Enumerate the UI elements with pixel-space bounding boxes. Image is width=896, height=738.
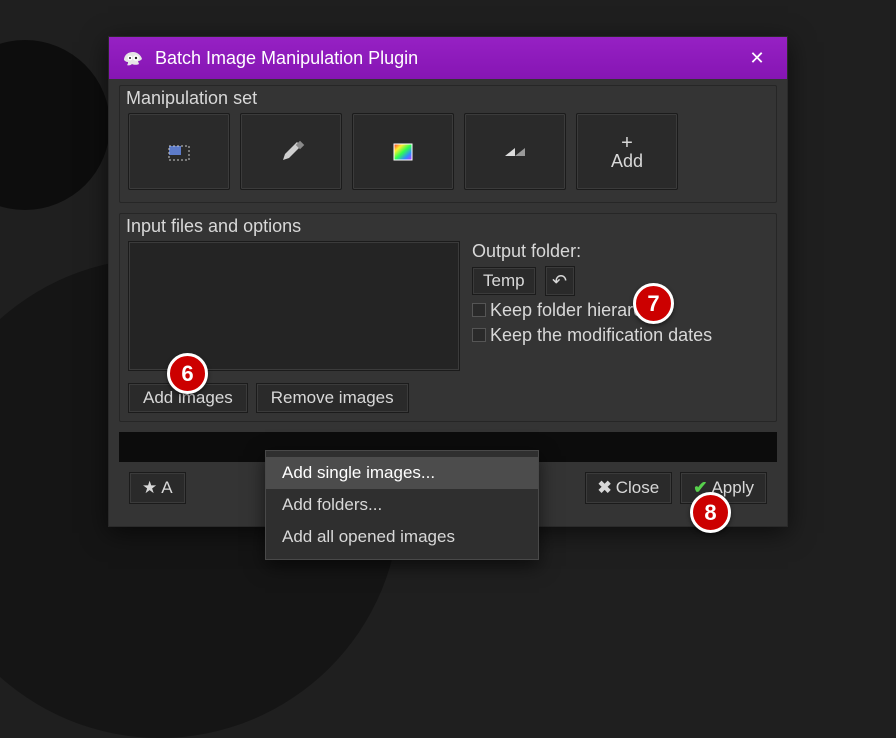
menu-item-add-folders[interactable]: Add folders... bbox=[266, 489, 538, 521]
remove-images-button[interactable]: Remove images bbox=[256, 383, 409, 413]
close-button[interactable]: ✖Close bbox=[585, 472, 673, 504]
input-files-label: Input files and options bbox=[120, 214, 776, 241]
callout-badge-7: 7 bbox=[633, 283, 674, 324]
checkbox-icon bbox=[472, 303, 486, 317]
input-files-group: Input files and options Output folder: T… bbox=[119, 213, 777, 422]
window-close-button[interactable]: ✕ bbox=[739, 40, 775, 76]
brush-icon bbox=[275, 138, 307, 166]
keep-dates-row[interactable]: Keep the modification dates bbox=[472, 325, 768, 346]
keep-dates-label: Keep the modification dates bbox=[490, 325, 712, 345]
close-x-icon: ✖ bbox=[598, 478, 612, 498]
title-bar[interactable]: Batch Image Manipulation Plugin ✕ bbox=[109, 37, 787, 79]
checkbox-icon bbox=[472, 328, 486, 342]
manipulation-brush-tile[interactable] bbox=[240, 113, 342, 190]
close-icon: ✕ bbox=[749, 48, 764, 69]
favorite-button[interactable]: ★A bbox=[129, 472, 186, 504]
manipulation-set-label: Manipulation set bbox=[120, 86, 776, 113]
output-folder-button[interactable]: Temp bbox=[472, 267, 536, 295]
favorite-label-fragment: A bbox=[161, 478, 172, 498]
callout-badge-8: 8 bbox=[690, 492, 731, 533]
keep-hierarchy-row[interactable]: Keep folder hierarchy bbox=[472, 300, 768, 321]
callout-badge-6: 6 bbox=[167, 353, 208, 394]
output-folder-reset-button[interactable]: ↶ bbox=[545, 266, 575, 296]
input-file-list[interactable] bbox=[128, 241, 460, 371]
output-folder-label: Output folder: bbox=[472, 241, 768, 262]
add-label: Add bbox=[611, 152, 643, 171]
manipulation-crop-tile[interactable] bbox=[128, 113, 230, 190]
manipulation-set-group: Manipulation set bbox=[119, 85, 777, 203]
menu-item-add-single[interactable]: Add single images... bbox=[266, 457, 538, 489]
menu-item-add-opened[interactable]: Add all opened images bbox=[266, 521, 538, 553]
crop-icon bbox=[163, 138, 195, 166]
close-label: Close bbox=[616, 478, 659, 498]
manipulation-add-tile[interactable]: + Add bbox=[576, 113, 678, 190]
gimp-wilber-icon bbox=[121, 46, 145, 70]
add-images-menu: Add single images... Add folders... Add … bbox=[265, 450, 539, 560]
manipulation-flip-tile[interactable] bbox=[464, 113, 566, 190]
window-title: Batch Image Manipulation Plugin bbox=[155, 48, 739, 69]
color-picker-icon bbox=[387, 138, 419, 166]
manipulation-color-tile[interactable] bbox=[352, 113, 454, 190]
flip-icon bbox=[499, 138, 531, 166]
star-icon: ★ bbox=[142, 478, 157, 498]
undo-icon: ↶ bbox=[552, 271, 567, 292]
